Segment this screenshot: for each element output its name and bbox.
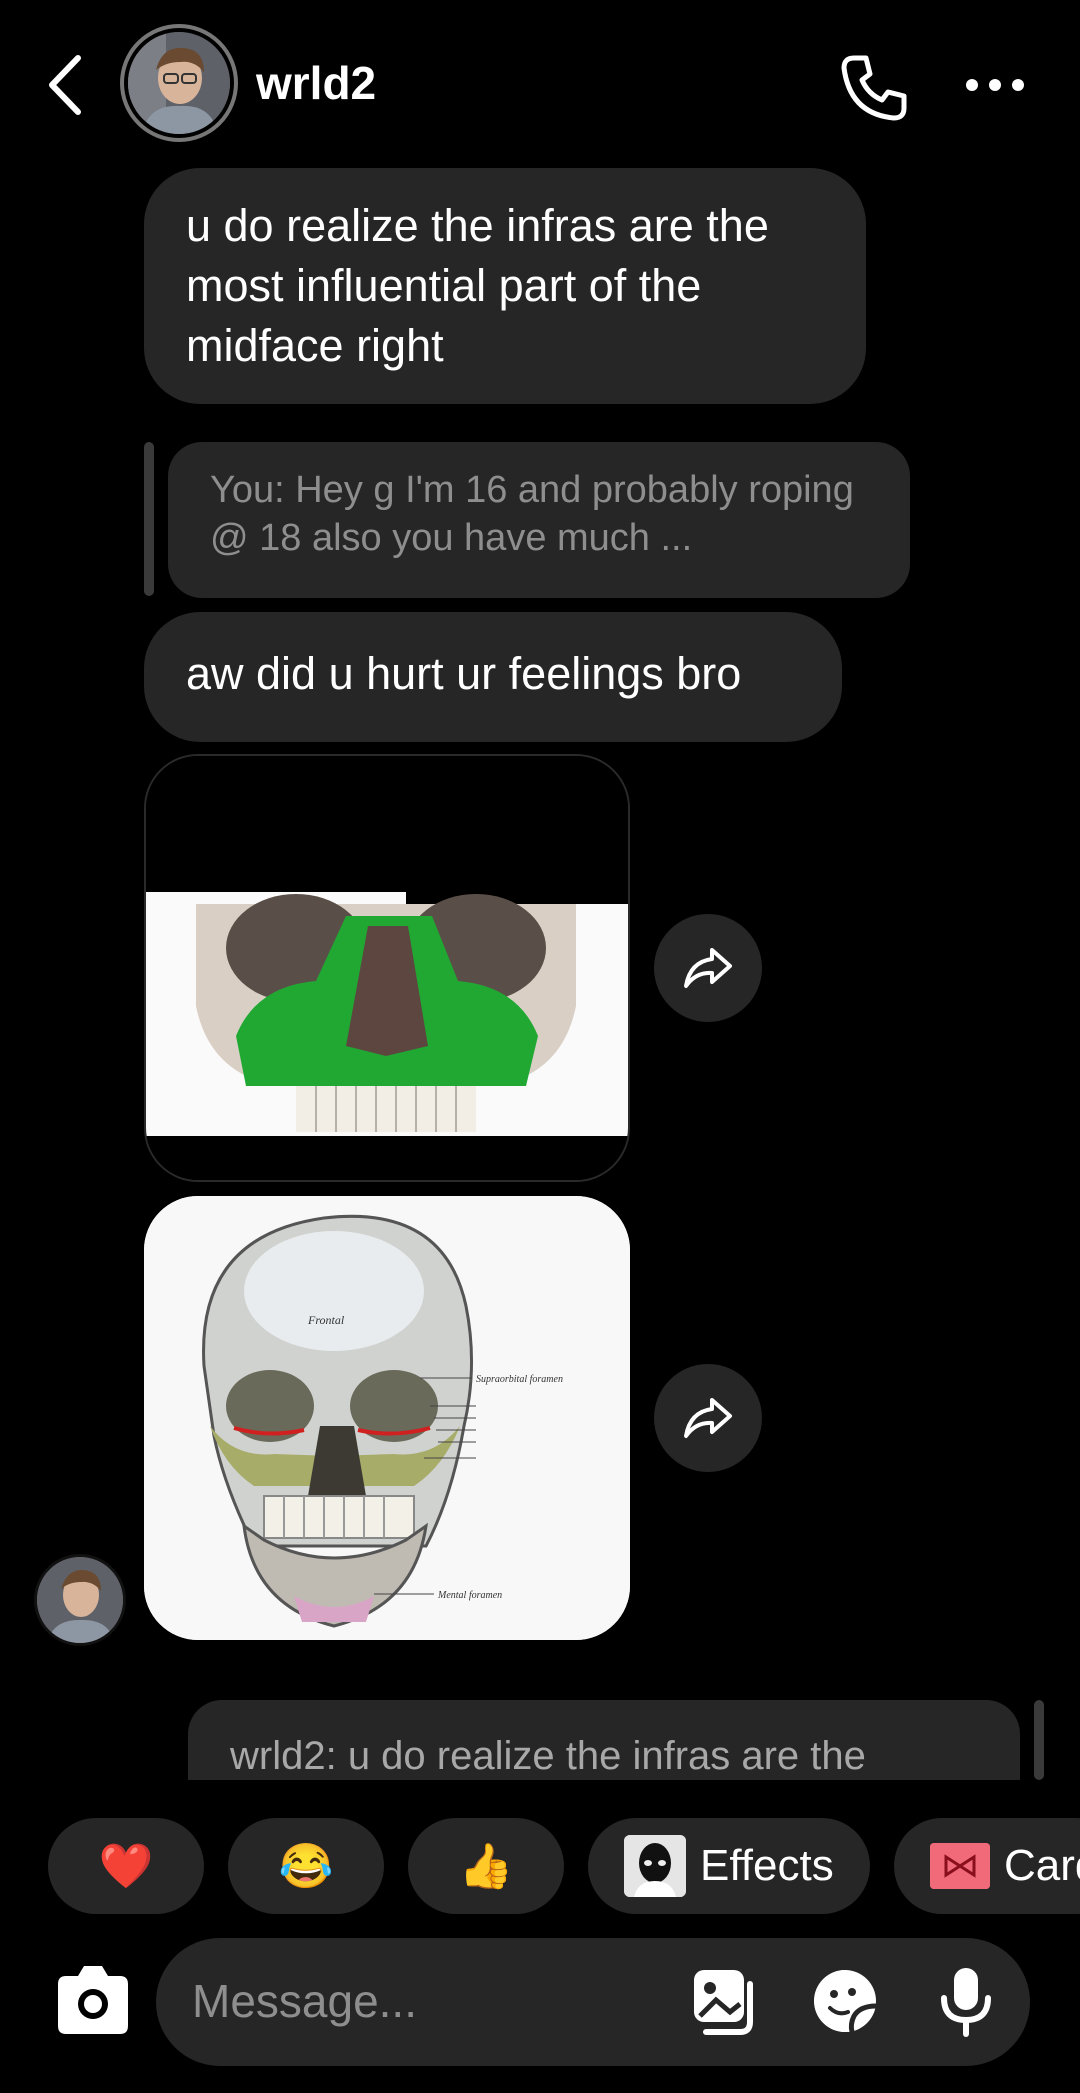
received-message[interactable]: aw did u hurt ur feelings bro xyxy=(144,612,842,742)
sticker-icon[interactable] xyxy=(810,1966,880,2036)
effects-label: Effects xyxy=(700,1841,834,1890)
profile-avatar[interactable] xyxy=(120,24,238,142)
phone-call-icon[interactable] xyxy=(836,50,912,126)
reply-indicator-bar xyxy=(144,442,154,596)
quick-reaction-laugh[interactable]: 😂 xyxy=(228,1818,384,1914)
quick-reaction-heart[interactable]: ❤️ xyxy=(48,1818,204,1914)
quick-reaction-thumbs-up[interactable]: 👍 xyxy=(408,1818,564,1914)
label-mental: Mental foramen xyxy=(437,1590,502,1601)
effects-thumbnail xyxy=(624,1835,686,1897)
back-icon[interactable] xyxy=(40,50,90,120)
skull-maxilla-image[interactable] xyxy=(144,754,630,1182)
skull-anatomy-image[interactable]: Frontal Supraorbital foramen Mental fora… xyxy=(144,1196,630,1640)
more-options-icon[interactable] xyxy=(964,70,1026,100)
avatar-image xyxy=(128,32,230,134)
gallery-icon[interactable] xyxy=(690,1966,762,2038)
sender-avatar[interactable] xyxy=(34,1554,126,1646)
card-label: Card xyxy=(1004,1841,1080,1890)
gift-card-icon xyxy=(930,1843,990,1889)
received-message[interactable]: u do realize the infras are the most inf… xyxy=(144,168,866,404)
microphone-icon[interactable] xyxy=(936,1966,996,2038)
chat-username[interactable]: wrld2 xyxy=(256,56,376,110)
card-button[interactable]: Card xyxy=(894,1818,1080,1914)
label-supraorbital: Supraorbital foramen xyxy=(476,1374,563,1385)
camera-icon[interactable] xyxy=(50,1962,136,2042)
share-arrow-icon xyxy=(684,1398,732,1438)
share-arrow-icon xyxy=(684,948,732,988)
label-frontal: Frontal xyxy=(307,1313,345,1327)
share-button[interactable] xyxy=(654,1364,762,1472)
reply-indicator-bar xyxy=(1034,1700,1044,1780)
effects-button[interactable]: Effects xyxy=(588,1818,870,1914)
message-input[interactable]: Message... xyxy=(192,1974,417,2028)
share-button[interactable] xyxy=(654,914,762,1022)
replied-to-message[interactable]: You: Hey g I'm 16 and probably roping @ … xyxy=(168,442,910,598)
